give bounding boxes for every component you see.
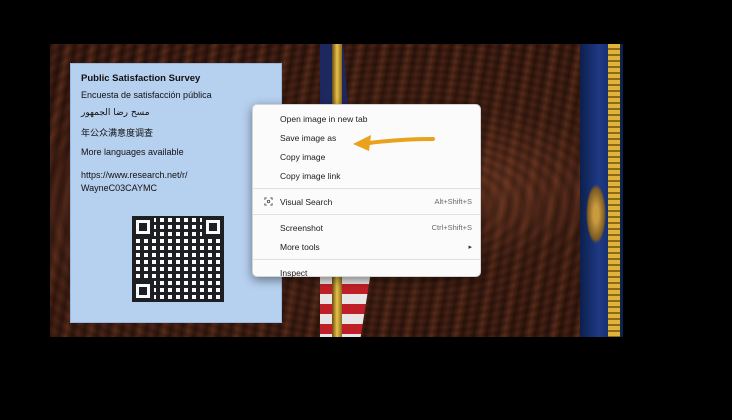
qr-finder-pattern [132, 280, 154, 302]
visual-search-icon [264, 197, 273, 206]
survey-arabic-title: مسح رضا الجمهور [81, 108, 150, 118]
menu-item-visual-search[interactable]: Visual Search Alt+Shift+S [253, 192, 480, 211]
survey-chinese-title: 年公众满意度调查 [81, 128, 154, 138]
menu-item-label: Screenshot [280, 222, 323, 233]
menu-item-more-tools[interactable]: More tools ▸ [253, 237, 480, 256]
menu-item-label: More tools [280, 241, 320, 252]
menu-item-open-image-new-tab[interactable]: Open image in new tab [253, 109, 480, 128]
menu-item-label: Copy image link [280, 170, 341, 181]
survey-url-line2: WayneC03CAYMC [81, 183, 158, 193]
survey-card: Public Satisfaction Survey Encuesta de s… [70, 63, 282, 323]
menu-item-screenshot[interactable]: Screenshot Ctrl+Shift+S [253, 218, 480, 237]
annotation-arrow-icon [353, 135, 435, 151]
menu-item-label: Inspect [280, 267, 308, 278]
menu-separator [253, 214, 480, 215]
qr-code [132, 216, 224, 302]
flag-fringe [608, 44, 620, 337]
menu-item-label: Visual Search [280, 196, 333, 207]
menu-item-label: Open image in new tab [280, 113, 368, 124]
menu-item-shortcut: Ctrl+Shift+S [431, 223, 472, 232]
survey-url-line1: https://www.research.net/r/ [81, 170, 188, 180]
more-languages-text: More languages available [81, 147, 184, 157]
menu-separator [253, 259, 480, 260]
menu-item-shortcut: Alt+Shift+S [434, 197, 472, 206]
menu-item-inspect[interactable]: Inspect [253, 263, 480, 282]
qr-finder-pattern [202, 216, 224, 238]
survey-spanish-title: Encuesta de satisfacción pública [81, 90, 212, 100]
menu-separator [253, 188, 480, 189]
state-flag-emblem [586, 184, 606, 244]
survey-title: Public Satisfaction Survey [81, 73, 201, 84]
qr-finder-pattern [132, 216, 154, 238]
survey-url[interactable]: https://www.research.net/r/ WayneC03CAYM… [81, 169, 271, 195]
browser-viewport: Public Satisfaction Survey Encuesta de s… [0, 0, 732, 420]
submenu-arrow-icon: ▸ [468, 243, 472, 251]
menu-item-copy-image-link[interactable]: Copy image link [253, 166, 480, 185]
state-flag [572, 44, 623, 337]
